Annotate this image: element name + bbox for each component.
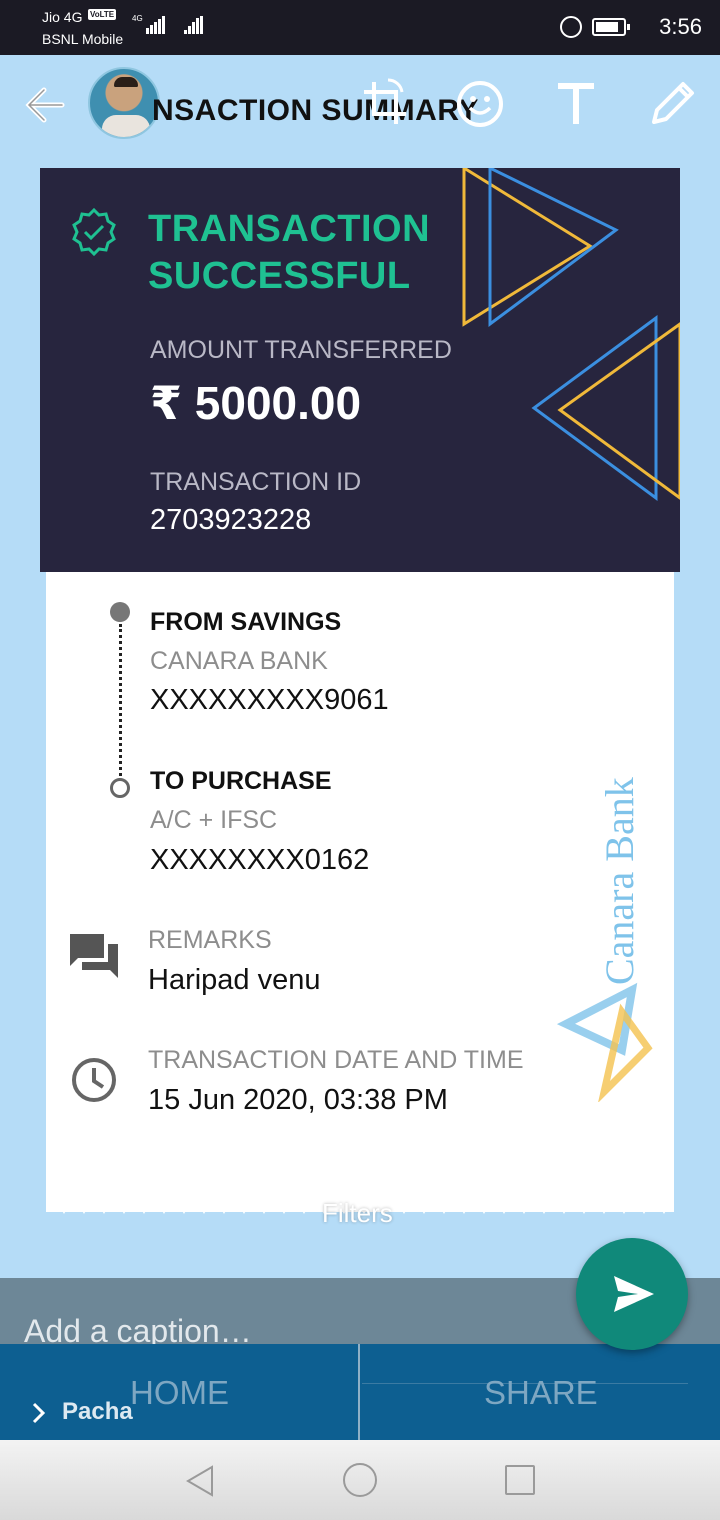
from-account: XXXXXXXXX9061 (150, 684, 389, 716)
transaction-id-value: 2703923228 (150, 504, 312, 536)
to-dot (110, 778, 130, 798)
carrier-secondary: BSNL Mobile (42, 31, 124, 47)
home-button[interactable]: HOME (130, 1374, 229, 1412)
amount-label: AMOUNT TRANSFERRED (150, 336, 452, 364)
crop-rotate-icon[interactable] (360, 78, 412, 130)
status-line-2: SUCCESSFUL (148, 255, 411, 297)
chat-bubbles-icon (70, 934, 118, 978)
from-dot (110, 602, 130, 622)
check-badge-icon (72, 208, 116, 256)
to-type: A/C + IFSC (150, 806, 278, 834)
remarks-label: REMARKS (148, 926, 272, 954)
datetime-label: TRANSACTION DATE AND TIME (148, 1046, 524, 1074)
text-icon[interactable] (550, 78, 602, 130)
datetime-value: 15 Jun 2020, 03:38 PM (148, 1084, 448, 1116)
avatar[interactable] (88, 67, 160, 139)
network-type: 4G (132, 14, 143, 23)
signal-icon (146, 16, 166, 34)
carrier-primary: Jio 4G (42, 9, 83, 25)
from-label: FROM SAVINGS (150, 608, 342, 636)
system-back-icon[interactable] (184, 1464, 216, 1498)
to-label: TO PURCHASE (150, 767, 332, 795)
volte-badge: VoLTE (88, 9, 117, 20)
transaction-status: TRANSACTION SUCCESSFUL (148, 206, 430, 300)
page-title: NSACTION SUMMARY (152, 94, 479, 127)
to-account: XXXXXXXX0162 (150, 844, 370, 876)
recipient-name[interactable]: Pacha (62, 1398, 133, 1426)
chevron-right-icon (32, 1402, 46, 1424)
pencil-icon[interactable] (646, 78, 698, 130)
avatar-hair (114, 77, 138, 87)
from-bank: CANARA BANK (150, 647, 328, 675)
amount-value: ₹ 5000.00 (150, 377, 362, 429)
battery-icon (592, 18, 630, 36)
nav-divider (358, 1344, 360, 1440)
chevron-up-icon[interactable] (344, 1146, 376, 1168)
canara-watermark: Canara Bank (597, 777, 642, 985)
receipt-header: TRANSACTION SUCCESSFUL AMOUNT TRANSFERRE… (40, 168, 680, 572)
system-home-icon[interactable] (343, 1463, 377, 1497)
transaction-id-label: TRANSACTION ID (150, 468, 362, 496)
signal-icon-2 (184, 16, 204, 34)
status-bar: Jio 4G VoLTE BSNL Mobile 4G 3:56 (0, 0, 720, 55)
send-icon (614, 1276, 654, 1312)
send-button[interactable] (576, 1238, 688, 1350)
emoji-icon[interactable] (454, 78, 506, 130)
avatar-shirt (102, 115, 150, 137)
clock-icon (72, 1058, 116, 1102)
system-recents-icon[interactable] (505, 1465, 535, 1495)
remarks-value: Haripad venu (148, 964, 321, 996)
receipt-body: FROM SAVINGS CANARA BANK XXXXXXXXX9061 T… (46, 572, 674, 1212)
filters-label[interactable]: Filters (322, 1198, 393, 1229)
alarm-icon (560, 16, 582, 38)
clock: 3:56 (659, 14, 702, 39)
back-arrow-icon[interactable] (22, 82, 68, 128)
transfer-line (119, 624, 122, 776)
status-line-1: TRANSACTION (148, 208, 431, 250)
share-button[interactable]: SHARE (484, 1374, 598, 1412)
